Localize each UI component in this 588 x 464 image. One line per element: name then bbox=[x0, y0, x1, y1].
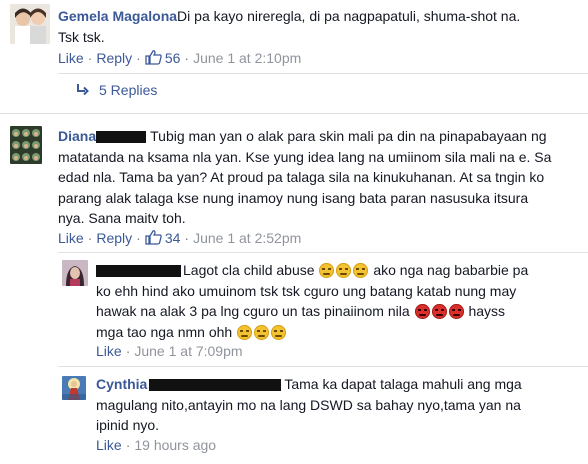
reply-button[interactable]: Reply bbox=[96, 230, 132, 246]
timestamp[interactable]: June 1 at 2:10pm bbox=[193, 50, 301, 66]
redaction-bar bbox=[149, 379, 282, 392]
reply-text: ipinid nyo. bbox=[96, 417, 160, 433]
reply-text: hawak na alak 3 pa lng cguro un tas pina… bbox=[96, 303, 410, 319]
unamused-face-icon bbox=[271, 324, 287, 340]
reply-text: hayss bbox=[468, 303, 506, 319]
replies-count-label[interactable]: 5 Replies bbox=[99, 82, 157, 98]
like-button[interactable]: Like bbox=[96, 437, 122, 453]
avatar[interactable] bbox=[62, 376, 86, 400]
like-button[interactable]: Like bbox=[96, 343, 122, 359]
avatar[interactable] bbox=[10, 4, 50, 44]
commenter-name[interactable]: Gemela Magalona bbox=[58, 8, 177, 24]
reply-arrow-icon bbox=[76, 83, 90, 99]
reply-button[interactable]: Reply bbox=[96, 50, 132, 66]
divider bbox=[0, 113, 588, 114]
unamused-face-icon bbox=[237, 324, 253, 340]
like-button[interactable]: Like bbox=[58, 50, 84, 66]
reply-text: magulang nito,antayin mo na lang DSWD sa… bbox=[96, 396, 521, 413]
reply-text: ko ehh hind ako umuinom tsk tsk cguro un… bbox=[96, 282, 517, 299]
reply-text: mga tao nga nmn ohh bbox=[96, 323, 233, 340]
thumbs-up-icon bbox=[145, 50, 162, 68]
like-count[interactable]: 34 bbox=[165, 230, 181, 246]
comment-text: nya. Sana maitv toh. bbox=[58, 210, 186, 226]
angry-face-icon bbox=[414, 304, 430, 319]
redaction-bar bbox=[96, 265, 181, 278]
timestamp[interactable]: June 1 at 7:09pm bbox=[134, 343, 242, 359]
comment-actions: Like · Reply · 56 · June 1 at 2:10pm bbox=[58, 50, 302, 68]
angry-face-icon bbox=[448, 304, 464, 319]
comment-text: parang alak talaga kse nung inamoy nung … bbox=[58, 189, 529, 206]
divider bbox=[58, 366, 588, 367]
comment-text: Tsk tsk. bbox=[58, 28, 105, 45]
reply-actions: Like · June 1 at 7:09pm bbox=[96, 343, 243, 359]
comment-text: Tubig man yan o alak para skin mali pa d… bbox=[150, 128, 547, 144]
reply-text: Lagot cla child abuse bbox=[183, 262, 315, 278]
comment-text: Di pa kayo nireregla, di pa nagpapatuli,… bbox=[177, 8, 521, 24]
angry-face-icon bbox=[431, 304, 447, 319]
timestamp[interactable]: June 1 at 2:52pm bbox=[193, 230, 301, 246]
avatar[interactable] bbox=[10, 126, 42, 164]
divider bbox=[58, 252, 588, 253]
reply-actions: Like · 19 hours ago bbox=[96, 437, 217, 453]
like-count[interactable]: 56 bbox=[165, 50, 181, 66]
commenter-name[interactable]: Diana bbox=[58, 128, 96, 144]
like-button[interactable]: Like bbox=[58, 230, 84, 246]
unamused-face-icon bbox=[254, 324, 270, 340]
thumbs-up-icon bbox=[145, 230, 162, 248]
reply-text: ako nga nag babarbie pa bbox=[373, 262, 529, 278]
divider bbox=[58, 73, 588, 74]
pensive-face-icon bbox=[353, 263, 369, 278]
commenter-name[interactable]: Cynthia bbox=[96, 376, 147, 392]
redaction-bar bbox=[96, 131, 147, 144]
view-replies-link[interactable]: 5 Replies bbox=[76, 82, 157, 99]
reply-text: Tama ka dapat talaga mahuli ang mga bbox=[284, 376, 522, 392]
avatar[interactable] bbox=[62, 260, 88, 286]
comment-text: matatanda na ksama nla yan. Kse yung ide… bbox=[58, 148, 552, 165]
pensive-face-icon bbox=[319, 263, 335, 278]
comment-text: edad nla. Tama ba yan? At proud pa talag… bbox=[58, 169, 545, 185]
comment-actions: Like · Reply · 34 · June 1 at 2:52pm bbox=[58, 230, 302, 248]
pensive-face-icon bbox=[336, 263, 352, 278]
timestamp[interactable]: 19 hours ago bbox=[134, 437, 216, 453]
